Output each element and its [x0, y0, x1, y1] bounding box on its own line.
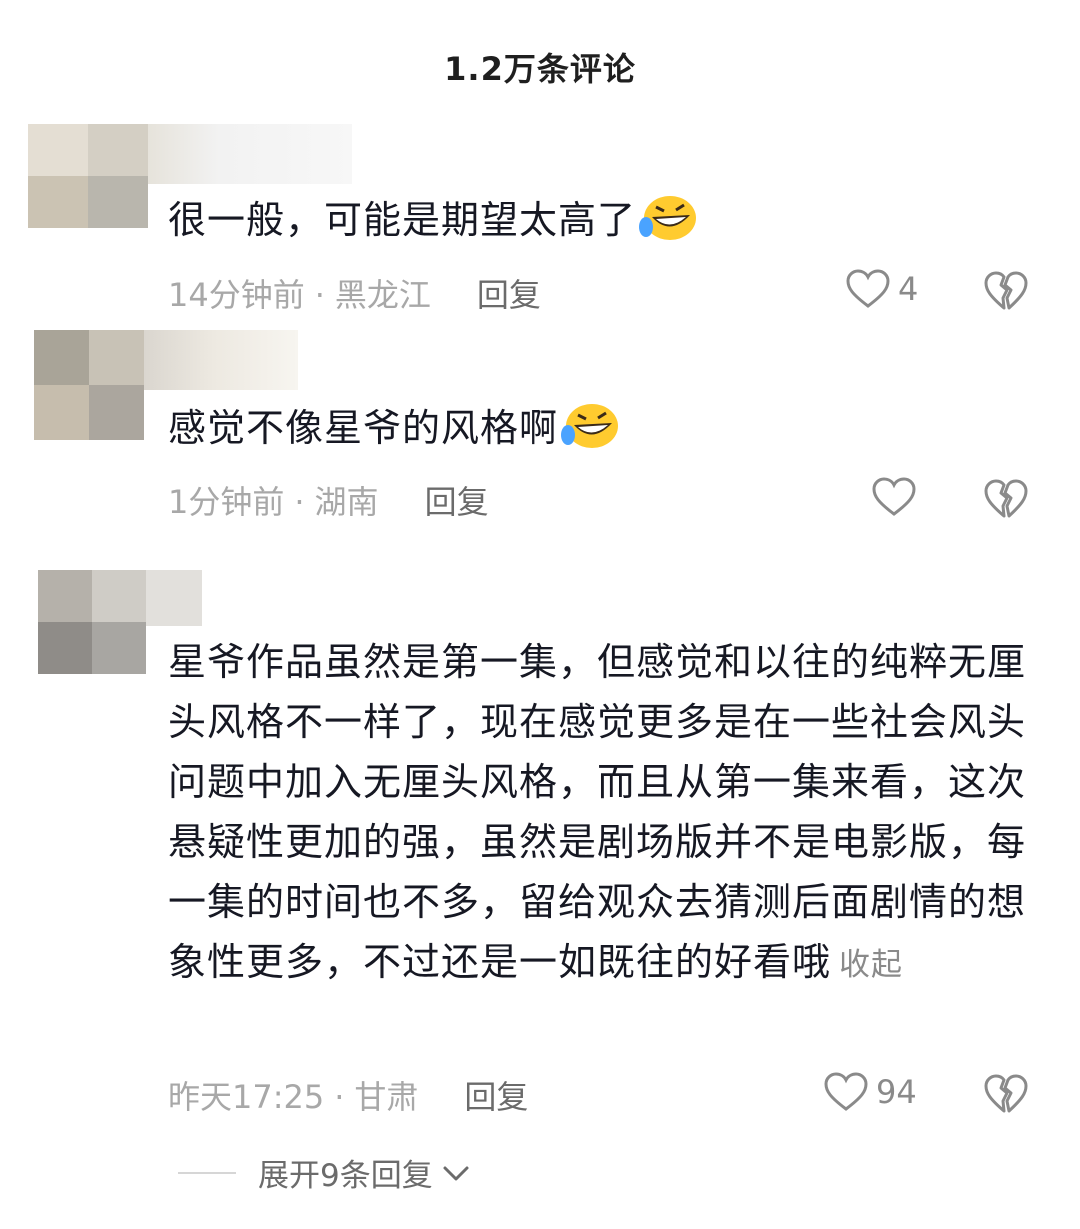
- broken-heart-icon: [984, 479, 1028, 518]
- comment-meta: 1分钟前 · 湖南 回复: [168, 477, 489, 523]
- avatar[interactable]: [28, 124, 148, 228]
- comment-text: 感觉不像星爷的风格啊: [168, 398, 1048, 468]
- meta-separator: ·: [314, 276, 325, 314]
- reply-button[interactable]: 回复: [464, 1078, 528, 1116]
- broken-heart-icon: [984, 271, 1028, 310]
- comment-location: 黑龙江: [334, 276, 431, 314]
- divider-line: [178, 1171, 236, 1174]
- like-button[interactable]: 94: [824, 1071, 917, 1113]
- laughing-crying-emoji-icon: [638, 193, 698, 260]
- comment-meta: 14分钟前 · 黑龙江 回复: [168, 270, 541, 316]
- collapse-button[interactable]: 收起: [839, 947, 903, 983]
- dislike-button[interactable]: [984, 1073, 1028, 1119]
- comment-location: 甘肃: [354, 1078, 419, 1116]
- meta-separator: ·: [334, 1078, 345, 1116]
- comment-text: 很一般，可能是期望太高了: [168, 190, 1048, 260]
- comment-time: 1分钟前: [168, 483, 285, 521]
- username-blurred[interactable]: [148, 124, 352, 184]
- avatar[interactable]: [38, 570, 146, 674]
- chevron-down-icon: [443, 1166, 469, 1180]
- like-count: 94: [876, 1073, 917, 1111]
- heart-icon: [846, 269, 890, 308]
- dislike-button[interactable]: [984, 270, 1028, 316]
- username-blurred[interactable]: [146, 570, 202, 626]
- reply-button[interactable]: 回复: [477, 276, 541, 314]
- comments-count-title: 1.2万条评论: [444, 50, 636, 88]
- like-count: 4: [898, 270, 919, 308]
- dislike-button[interactable]: [984, 478, 1028, 524]
- expand-replies-button[interactable]: 展开9条回复: [178, 1150, 473, 1195]
- comment-location: 湖南: [314, 483, 379, 521]
- comment-time: 昨天17:25: [168, 1078, 325, 1116]
- meta-separator: ·: [294, 483, 305, 521]
- comment-time: 14分钟前: [168, 276, 305, 314]
- broken-heart-icon: [984, 1074, 1028, 1113]
- username-blurred[interactable]: [144, 330, 298, 390]
- comment-text: 星爷作品虽然是第一集，但感觉和以往的纯粹无厘头风格不一样了，现在感觉更多是在一些…: [168, 640, 1027, 984]
- avatar[interactable]: [34, 330, 144, 440]
- heart-icon: [872, 477, 916, 516]
- comment-meta: 昨天17:25 · 甘肃 回复: [168, 1072, 528, 1118]
- laughing-crying-emoji-icon: [560, 401, 620, 468]
- like-button[interactable]: [872, 476, 924, 518]
- heart-icon: [824, 1072, 868, 1111]
- reply-button[interactable]: 回复: [425, 483, 489, 521]
- like-button[interactable]: 4: [846, 268, 918, 310]
- expand-replies-label: 展开9条回复: [258, 1158, 433, 1194]
